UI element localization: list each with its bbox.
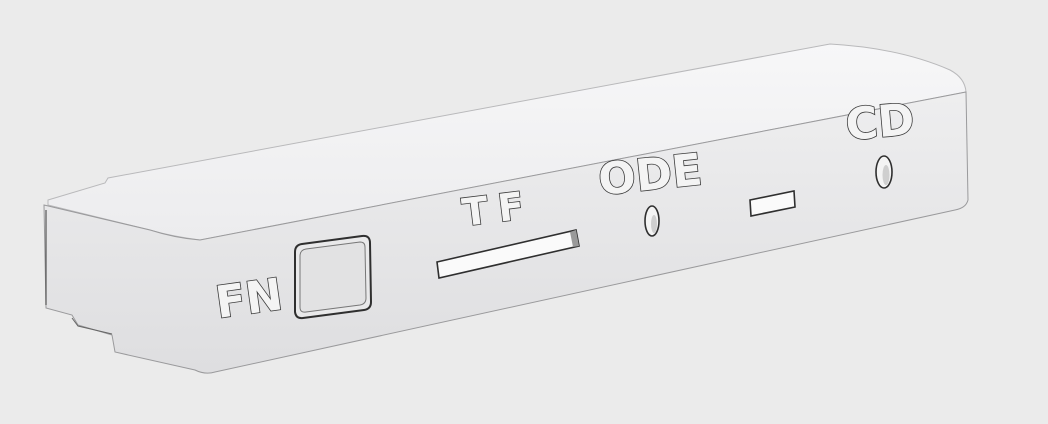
fn-label: FN [212,269,285,329]
ode-label: ODE [596,144,705,206]
plastic-panel-render: FN TF ODE CD [43,43,969,374]
tf-label: TF [460,182,537,234]
fn-button-recess [294,234,373,320]
render-canvas: FN TF ODE CD [0,0,1048,424]
cd-label: CD [844,94,917,151]
